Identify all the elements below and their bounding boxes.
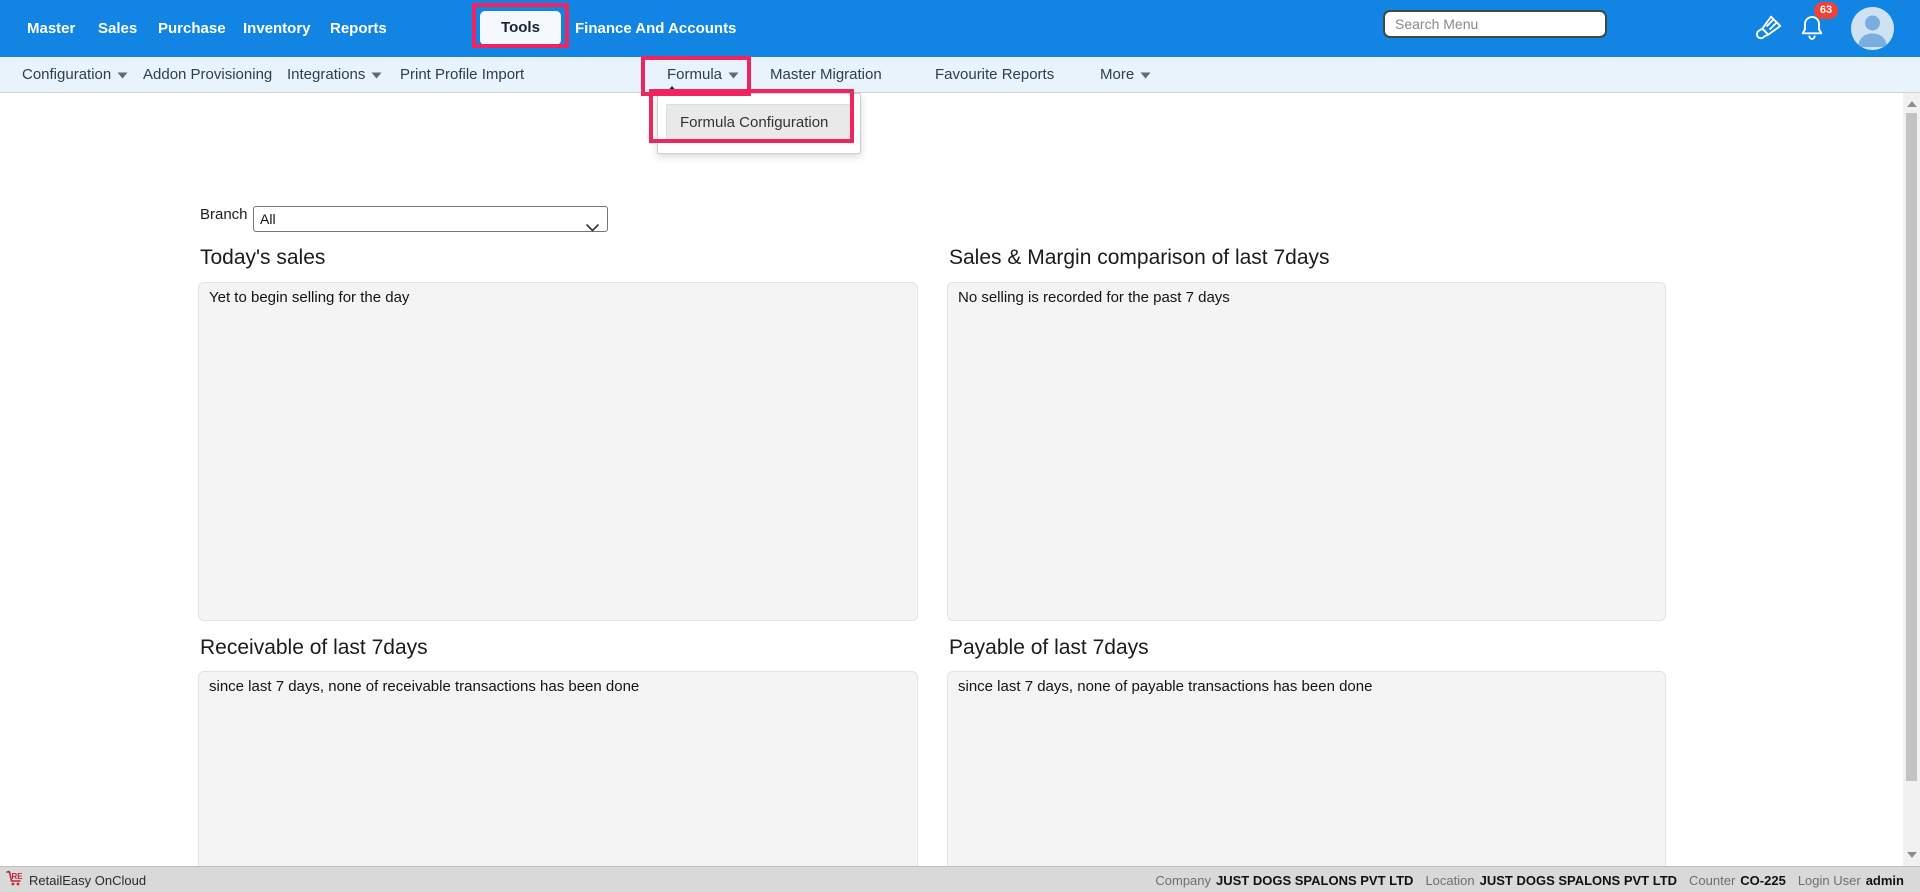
company-label: Company (1155, 873, 1211, 888)
topnav-item-sales[interactable]: Sales (98, 0, 137, 57)
location-value: JUST DOGS SPALONS PVT LTD (1480, 873, 1677, 888)
svg-text:RE: RE (12, 872, 24, 881)
panel-title-payable: Payable of last 7days (949, 636, 1149, 660)
nav2-item-addon-provisioning[interactable]: Addon Provisioning (143, 57, 272, 93)
dropdown-pointer-icon (666, 86, 678, 93)
panel-message: since last 7 days, none of payable trans… (958, 678, 1372, 695)
top-menu-bar: Master Sales Purchase Inventory Reports … (0, 0, 1920, 57)
panel-message: No selling is recorded for the past 7 da… (958, 289, 1230, 306)
login-user-value: admin (1866, 873, 1904, 888)
tools-submenu-bar: Configuration Addon Provisioning Integra… (0, 57, 1920, 93)
nav2-item-favourite-reports[interactable]: Favourite Reports (935, 57, 1054, 93)
company-field: Company JUST DOGS SPALONS PVT LTD (1155, 873, 1413, 888)
counter-value: CO-225 (1740, 873, 1786, 888)
dashboard-content: Branch All Today's sales Sales & Margin … (0, 94, 1903, 866)
nav2-item-more[interactable]: More (1100, 57, 1151, 93)
panel-title-sales-margin-comparison: Sales & Margin comparison of last 7days (949, 246, 1330, 270)
notification-count-badge: 63 (1814, 2, 1838, 19)
app-branding: RE RetailEasy OnCloud (6, 867, 146, 892)
panel-message: Yet to begin selling for the day (209, 289, 409, 306)
panel-payable: since last 7 days, none of payable trans… (947, 671, 1666, 892)
menu-item-formula-configuration[interactable]: Formula Configuration (666, 104, 852, 141)
nav2-item-print-profile-import[interactable]: Print Profile Import (400, 57, 524, 93)
location-label: Location (1425, 873, 1474, 888)
brush-icon[interactable] (1752, 12, 1786, 49)
retaileasy-logo-icon: RE (6, 870, 24, 890)
branch-label: Branch (200, 202, 248, 228)
panel-title-receivable: Receivable of last 7days (200, 636, 428, 660)
topnav-item-purchase[interactable]: Purchase (158, 0, 226, 57)
user-avatar[interactable] (1851, 7, 1894, 50)
app-name: RetailEasy OnCloud (29, 873, 146, 888)
panel-sales-margin-comparison: No selling is recorded for the past 7 da… (947, 282, 1666, 621)
nav2-item-configuration[interactable]: Configuration (22, 57, 128, 93)
chevron-down-icon (371, 57, 382, 93)
counter-field: Counter CO-225 (1689, 873, 1786, 888)
scroll-up-arrow-icon[interactable] (1907, 101, 1917, 107)
session-info: Company JUST DOGS SPALONS PVT LTD Locati… (1155, 867, 1904, 892)
branch-select[interactable]: All (253, 206, 608, 232)
nav2-item-master-migration[interactable]: Master Migration (770, 57, 882, 93)
login-user-label: Login User (1798, 873, 1861, 888)
scrollbar-thumb[interactable] (1906, 113, 1917, 781)
nav2-item-integrations[interactable]: Integrations (287, 57, 382, 93)
location-field: Location JUST DOGS SPALONS PVT LTD (1425, 873, 1677, 888)
vertical-scrollbar[interactable] (1903, 93, 1920, 866)
topnav-item-master[interactable]: Master (27, 0, 75, 57)
chevron-down-icon (586, 215, 599, 239)
panel-title-todays-sales: Today's sales (200, 246, 325, 270)
scroll-down-arrow-icon[interactable] (1907, 852, 1917, 858)
formula-dropdown-menu: Formula Configuration (657, 93, 861, 154)
chevron-down-icon (117, 57, 128, 93)
panel-message: since last 7 days, none of receivable tr… (209, 678, 639, 695)
search-input[interactable] (1383, 10, 1607, 38)
topnav-item-reports[interactable]: Reports (330, 0, 387, 57)
topnav-item-tools-active[interactable]: Tools (480, 11, 561, 45)
counter-label: Counter (1689, 873, 1735, 888)
chevron-down-icon (1140, 57, 1151, 93)
panel-todays-sales: Yet to begin selling for the day (198, 282, 918, 621)
topnav-item-inventory[interactable]: Inventory (243, 0, 311, 57)
branch-select-value: All (260, 211, 276, 227)
login-user-field: Login User admin (1798, 873, 1904, 888)
chevron-down-icon (728, 57, 739, 93)
company-value: JUST DOGS SPALONS PVT LTD (1216, 873, 1413, 888)
topnav-item-finance-and-accounts[interactable]: Finance And Accounts (575, 0, 736, 57)
status-bar: RE RetailEasy OnCloud Company JUST DOGS … (0, 866, 1920, 892)
panel-receivable: since last 7 days, none of receivable tr… (198, 671, 918, 892)
